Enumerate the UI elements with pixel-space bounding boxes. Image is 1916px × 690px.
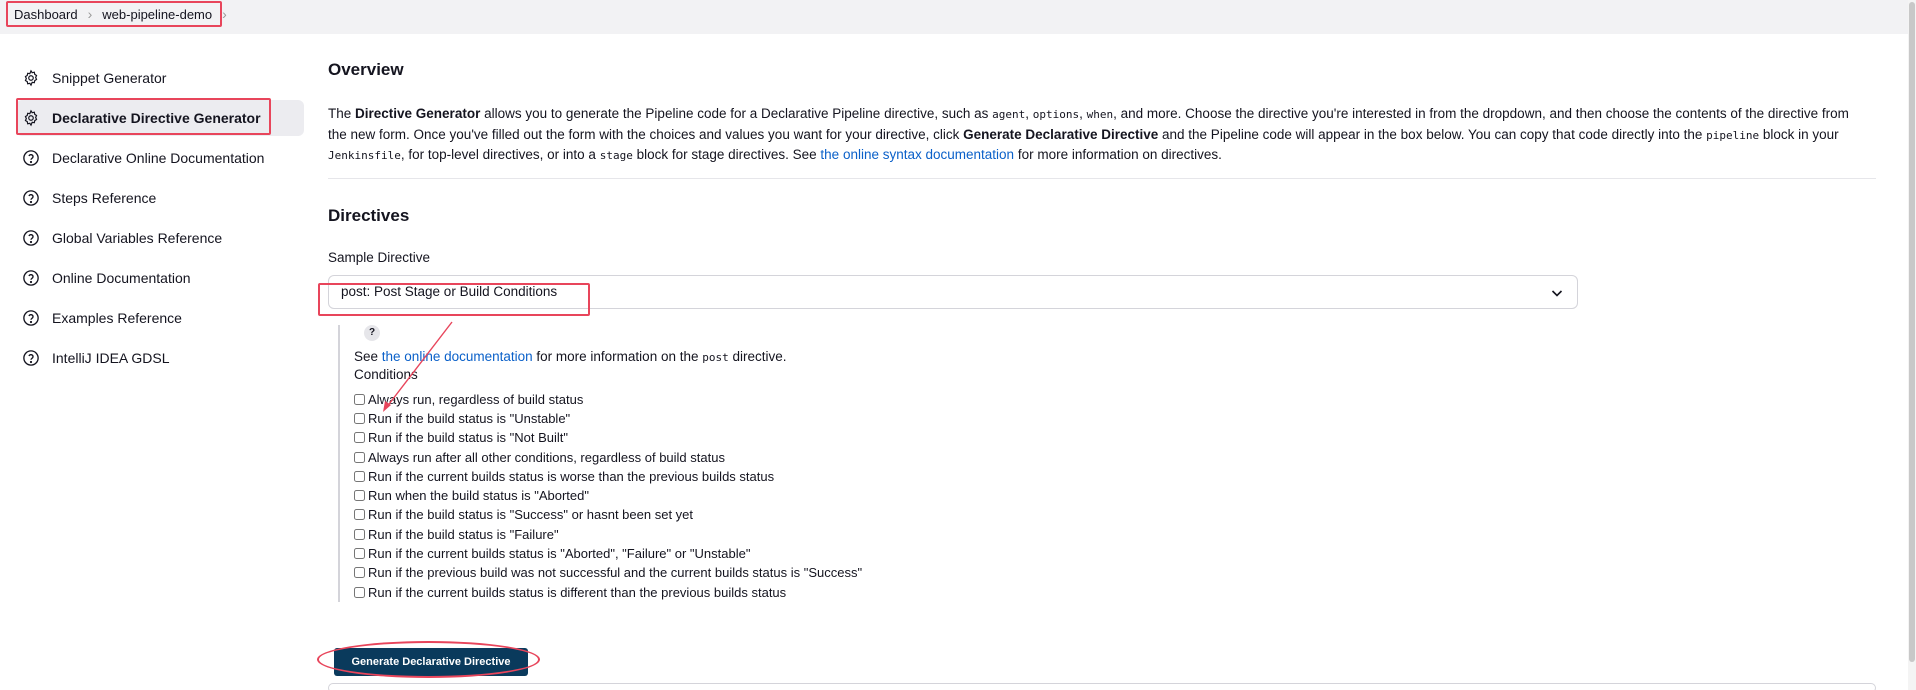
help-circle-icon — [23, 270, 39, 286]
sidebar-item-snippet-generator[interactable]: Snippet Generator — [16, 60, 304, 96]
condition-unstable[interactable]: Run if the build status is "Unstable" — [354, 409, 1038, 428]
sidebar-item-steps-reference[interactable]: Steps Reference — [16, 180, 304, 216]
help-circle-icon — [23, 310, 39, 326]
sample-directive-label: Sample Directive — [328, 249, 431, 265]
sidebar-item-label: Examples Reference — [52, 310, 182, 326]
scrollbar-thumb[interactable] — [1909, 2, 1915, 662]
chevron-right-icon[interactable]: › — [222, 6, 227, 22]
breadcrumb-web-pipeline-demo[interactable]: web-pipeline-demo — [102, 7, 212, 22]
chevron-right-icon: › — [87, 6, 93, 22]
overview-title: Overview — [328, 60, 404, 79]
condition-checkbox[interactable] — [354, 567, 365, 579]
condition-failure[interactable]: Run if the build status is "Failure" — [354, 525, 1038, 544]
gear-icon — [24, 69, 38, 87]
help-icon[interactable]: ? — [364, 324, 380, 341]
sidebar-item-label: IntelliJ IDEA GDSL — [52, 350, 170, 366]
sample-directive-select[interactable]: post: Post Stage or Build Conditions — [328, 274, 1578, 309]
online-syntax-documentation-link[interactable]: the online syntax documentation — [820, 147, 1014, 162]
sidebar-item-label: Declarative Directive Generator — [52, 110, 261, 126]
sidebar-item-online-documentation[interactable]: Online Documentation — [16, 260, 304, 296]
sidebar-item-label: Global Variables Reference — [52, 230, 223, 246]
directives-title: Directives — [328, 205, 410, 225]
condition-aborted[interactable]: Run when the build status is "Aborted" — [354, 486, 1038, 505]
conditions-label: Conditions — [354, 366, 418, 382]
condition-not-built[interactable]: Run if the build status is "Not Built" — [354, 428, 1038, 447]
help-circle-icon — [23, 150, 39, 166]
sidebar-item-label: Steps Reference — [52, 190, 157, 206]
see-documentation-text: See the online documentation for more in… — [354, 348, 787, 364]
post-directive-panel: ? See the online documentation for more … — [338, 324, 1038, 602]
condition-regression[interactable]: Run if the current builds status is wors… — [354, 467, 1038, 486]
sidebar: Snippet Generator Declarative Directive … — [16, 60, 304, 380]
breadcrumb-bar: Dashboard › web-pipeline-demo › — [0, 0, 1916, 34]
breadcrumb-dashboard[interactable]: Dashboard — [14, 7, 78, 22]
overview-text: The Directive Generator allows you to ge… — [328, 106, 1849, 162]
gear-icon — [24, 109, 38, 127]
breadcrumb: Dashboard › web-pipeline-demo › — [14, 6, 227, 22]
help-circle-icon — [23, 230, 39, 246]
condition-changed[interactable]: Run if the current builds status is diff… — [354, 582, 1038, 601]
sidebar-item-declarative-directive-generator[interactable]: Declarative Directive Generator — [16, 100, 304, 136]
condition-fixed[interactable]: Run if the previous build was not succes… — [354, 563, 1038, 582]
help-circle-icon — [23, 350, 39, 366]
condition-success[interactable]: Run if the build status is "Success" or … — [354, 505, 1038, 524]
condition-unsuccessful[interactable]: Run if the current builds status is "Abo… — [354, 544, 1038, 563]
chevron-down-icon — [1551, 289, 1563, 297]
conditions-list: Always run, regardless of build status R… — [354, 390, 1038, 602]
main-content: Overview The Directive Generator allows … — [328, 60, 1876, 602]
sidebar-item-label: Online Documentation — [52, 270, 191, 286]
sidebar-item-examples-reference[interactable]: Examples Reference — [16, 300, 304, 336]
condition-checkbox[interactable] — [354, 451, 365, 463]
generate-declarative-directive-button[interactable]: Generate Declarative Directive — [334, 648, 528, 676]
online-documentation-link[interactable]: the online documentation — [382, 349, 533, 364]
sidebar-item-declarative-online-documentation[interactable]: Declarative Online Documentation — [16, 140, 304, 176]
sidebar-item-label: Declarative Online Documentation — [52, 150, 265, 166]
condition-checkbox[interactable] — [354, 509, 365, 521]
sidebar-item-label: Snippet Generator — [52, 70, 167, 86]
condition-checkbox[interactable] — [354, 528, 365, 540]
help-circle-icon — [23, 190, 39, 206]
condition-cleanup[interactable]: Always run after all other conditions, r… — [354, 447, 1038, 466]
condition-checkbox[interactable] — [354, 490, 365, 502]
divider — [328, 177, 1876, 179]
sidebar-item-intellij-idea-gdsl[interactable]: IntelliJ IDEA GDSL — [16, 340, 304, 376]
generated-code-output[interactable] — [328, 683, 1876, 690]
sidebar-item-global-variables-reference[interactable]: Global Variables Reference — [16, 220, 304, 256]
sample-directive-value: post: Post Stage or Build Conditions — [341, 284, 558, 299]
condition-checkbox[interactable] — [354, 470, 365, 482]
condition-checkbox[interactable] — [354, 412, 365, 424]
scrollbar[interactable] — [1908, 0, 1916, 690]
condition-always[interactable]: Always run, regardless of build status — [354, 390, 1038, 409]
condition-checkbox[interactable] — [354, 393, 365, 405]
condition-checkbox[interactable] — [354, 432, 365, 444]
condition-checkbox[interactable] — [354, 548, 365, 560]
condition-checkbox[interactable] — [354, 586, 365, 598]
